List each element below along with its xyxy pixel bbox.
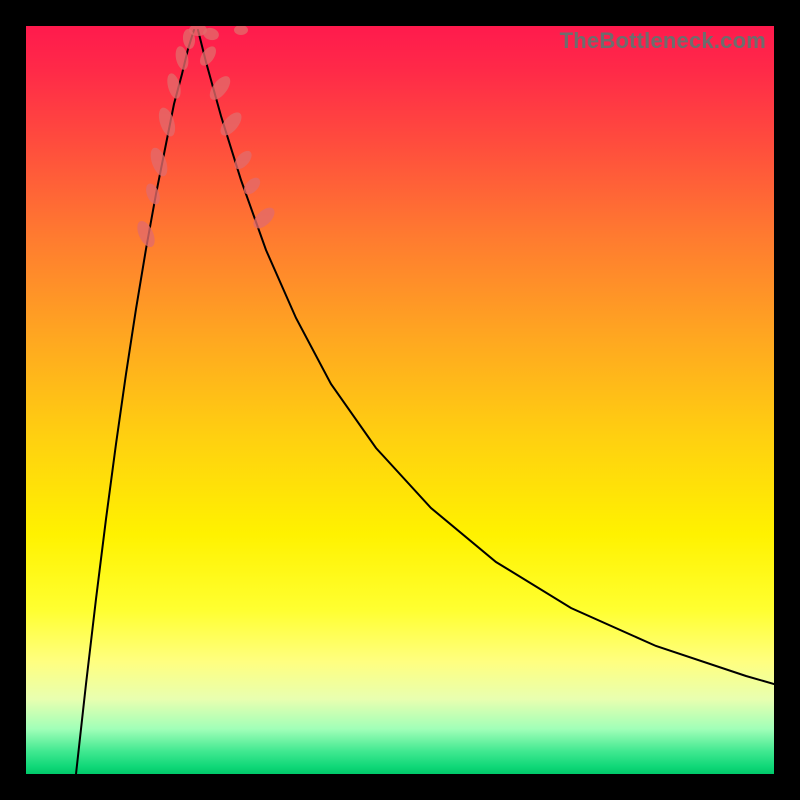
curve-svg (26, 26, 774, 774)
curve-right-curve (198, 30, 774, 684)
curve-left-curve (76, 30, 194, 774)
plot-frame: TheBottleneck.com (26, 26, 774, 774)
bead-2 (147, 146, 170, 179)
bead-15 (234, 26, 248, 35)
watermark-text: TheBottleneck.com (560, 28, 766, 54)
bead-0 (134, 218, 159, 249)
bead-1 (143, 182, 162, 207)
bead-9 (197, 44, 219, 69)
bead-3 (156, 106, 179, 139)
